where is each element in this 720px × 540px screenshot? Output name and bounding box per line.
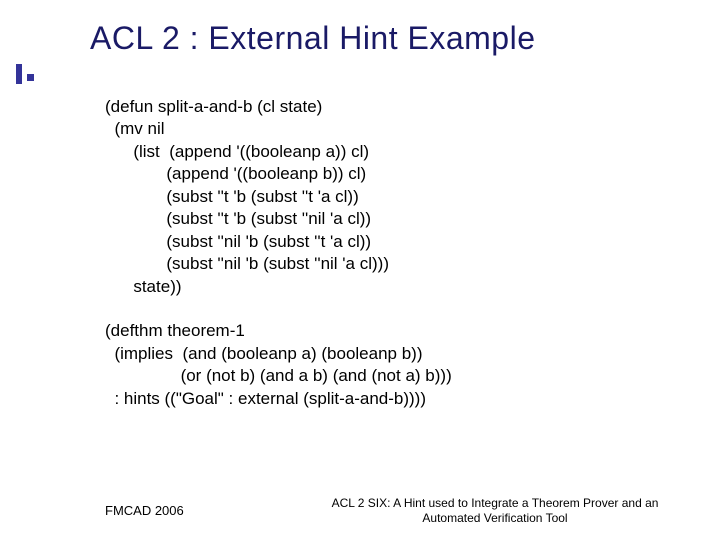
slide-title: ACL 2 : External Hint Example [90,20,536,57]
footer-conference: FMCAD 2006 [105,503,184,518]
code-block: (defun split-a-and-b (cl state) (mv nil … [105,96,452,410]
accent-dot [27,74,34,81]
footer-subtitle: ACL 2 SIX: A Hint used to Integrate a Th… [310,496,680,526]
accent-bar [16,64,22,84]
